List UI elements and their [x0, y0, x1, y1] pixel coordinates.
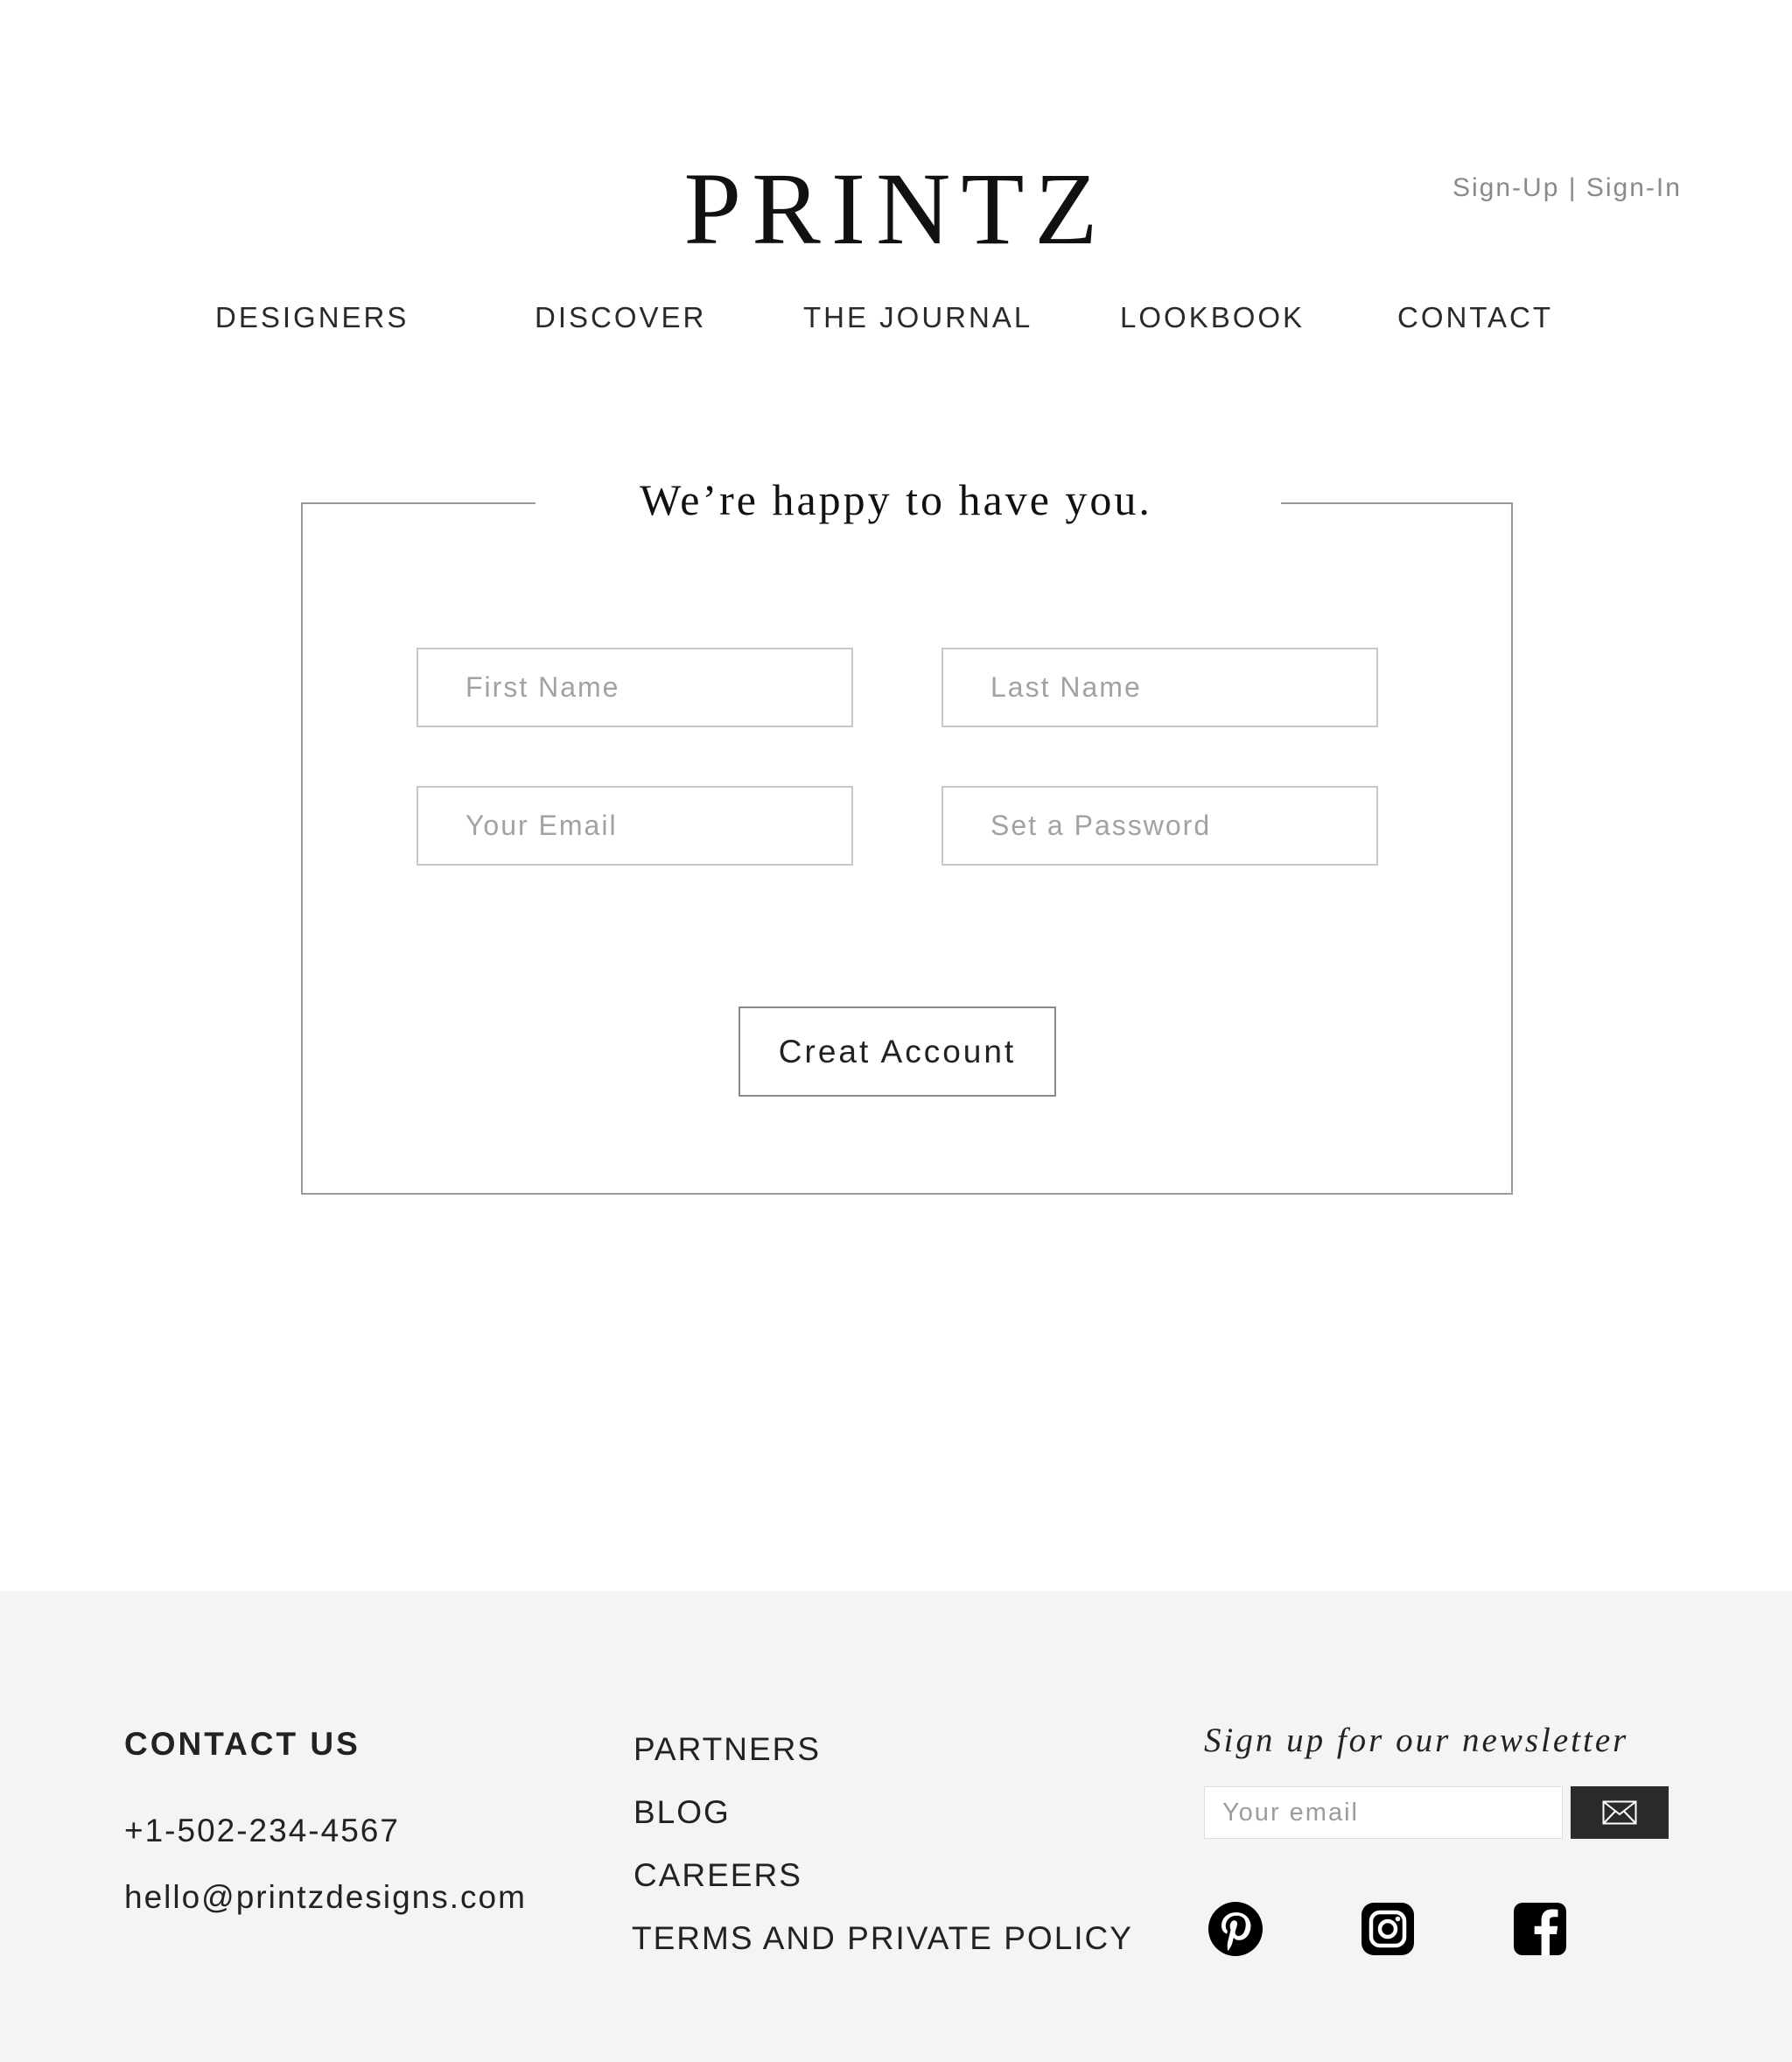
- first-name-input[interactable]: [416, 648, 853, 727]
- contact-email[interactable]: hello@printzdesigns.com: [124, 1879, 527, 1916]
- pinterest-icon[interactable]: [1208, 1901, 1264, 1957]
- contact-heading: CONTACT US: [124, 1726, 360, 1762]
- last-name-input[interactable]: [942, 648, 1378, 727]
- contact-phone[interactable]: +1-502-234-4567: [124, 1813, 400, 1849]
- newsletter-submit-button[interactable]: [1571, 1786, 1669, 1839]
- instagram-icon[interactable]: [1360, 1901, 1416, 1957]
- nav-item-designers[interactable]: DESIGNERS: [215, 301, 409, 334]
- nav-item-contact[interactable]: CONTACT: [1397, 301, 1553, 334]
- nav-item-the-journal[interactable]: THE JOURNAL: [803, 301, 1032, 334]
- nav-item-lookbook[interactable]: LOOKBOOK: [1120, 301, 1305, 334]
- form-title: We’re happy to have you.: [640, 475, 1152, 524]
- newsletter-email-input[interactable]: [1204, 1786, 1563, 1839]
- envelope-icon: [1602, 1800, 1637, 1825]
- email-input[interactable]: [416, 786, 853, 866]
- footer-link-blog[interactable]: BLOG: [634, 1794, 731, 1831]
- footer-link-terms[interactable]: TERMS AND PRIVATE POLICY: [632, 1920, 1133, 1957]
- create-account-button[interactable]: Creat Account: [738, 1006, 1056, 1097]
- nav-item-discover[interactable]: DISCOVER: [535, 301, 706, 334]
- newsletter-title: Sign up for our newsletter: [1204, 1722, 1629, 1759]
- footer-link-careers[interactable]: CAREERS: [634, 1857, 802, 1894]
- facebook-icon[interactable]: [1512, 1901, 1568, 1957]
- sign-up-sign-in-link[interactable]: Sign-Up | Sign-In: [1452, 173, 1682, 203]
- footer-link-partners[interactable]: PARTNERS: [634, 1731, 821, 1768]
- password-input[interactable]: [942, 786, 1378, 866]
